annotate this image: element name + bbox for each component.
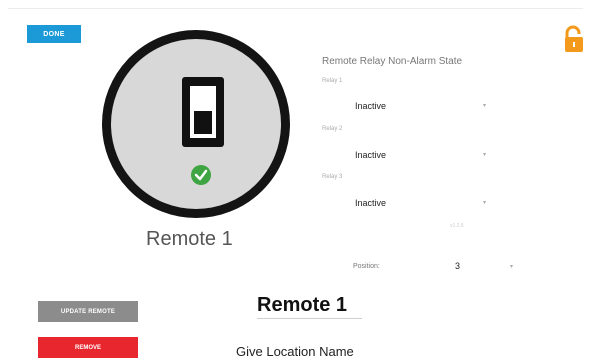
position-dropdown-icon[interactable]: ▾: [510, 263, 513, 270]
relay-2-label: Relay 2: [322, 126, 343, 132]
done-button[interactable]: DONE: [27, 25, 81, 43]
device-status-circle: [102, 30, 290, 218]
location-name-label: Give Location Name: [236, 344, 354, 359]
relay-3-label: Relay 3: [322, 174, 343, 180]
relay-1-dropdown-icon[interactable]: ▾: [483, 102, 486, 109]
unlocked-padlock-icon[interactable]: [562, 24, 586, 54]
remote-name-input[interactable]: Remote 1: [257, 294, 362, 319]
top-divider: [8, 8, 583, 9]
relay-2-dropdown-icon[interactable]: ▾: [483, 151, 486, 158]
relay-3-dropdown-icon[interactable]: ▾: [483, 199, 486, 206]
remove-button[interactable]: REMOVE: [38, 337, 138, 358]
relay-3-select[interactable]: Inactive: [355, 198, 386, 208]
position-select[interactable]: 3: [455, 261, 460, 271]
check-circle-icon: [191, 165, 211, 185]
relay-1-select[interactable]: Inactive: [355, 101, 386, 111]
update-remote-button[interactable]: UPDATE REMOTE: [38, 301, 138, 322]
relay-1-label: Relay 1: [322, 78, 343, 84]
version-label: v1.2.6: [450, 223, 464, 229]
device-name-label: Remote 1: [146, 228, 233, 250]
relay-2-select[interactable]: Inactive: [355, 150, 386, 160]
light-switch-icon: [182, 77, 224, 147]
relay-panel-title: Remote Relay Non-Alarm State: [322, 56, 463, 67]
position-label: Position:: [353, 263, 380, 270]
